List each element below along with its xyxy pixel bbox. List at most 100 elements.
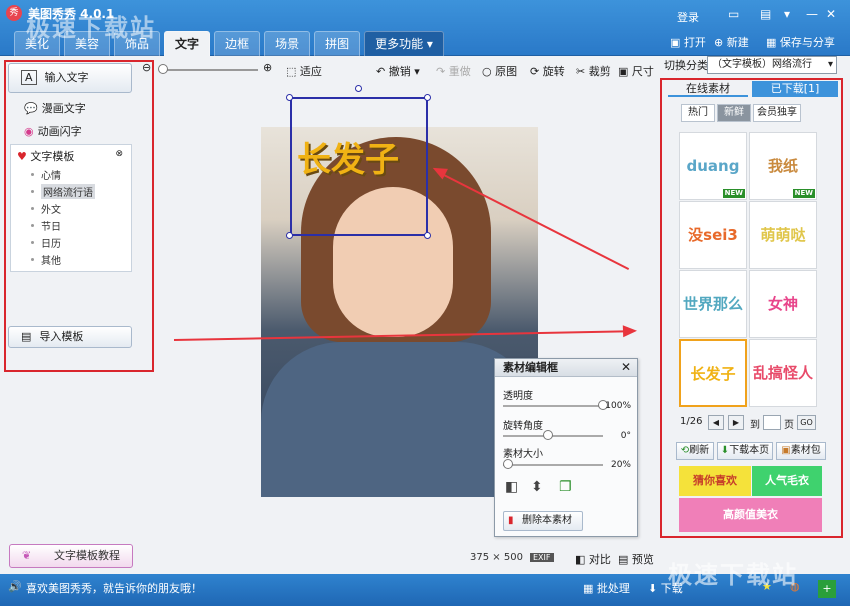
undo-button[interactable]: ↶ 撤销 ▾ bbox=[376, 63, 420, 79]
minimize-icon[interactable]: — bbox=[806, 7, 818, 21]
zoom-knob[interactable] bbox=[158, 64, 168, 74]
flip-horizontal-icon[interactable]: ◧ bbox=[505, 479, 518, 495]
banner-popular-sweater[interactable]: 人气毛衣 bbox=[752, 466, 822, 496]
exif-button[interactable]: EXIF bbox=[530, 553, 554, 562]
preview-button[interactable]: ▤ 预览 bbox=[618, 551, 654, 567]
fit-button[interactable]: ⬚ 适应 bbox=[286, 63, 322, 79]
subtab-vip[interactable]: 会员独享 bbox=[753, 104, 801, 122]
message-icon[interactable]: ▭ bbox=[728, 7, 739, 21]
refresh-label: 刷新 bbox=[689, 445, 710, 456]
opacity-label: 透明度 bbox=[503, 391, 533, 402]
package-button[interactable]: ▣素材包 bbox=[776, 442, 826, 460]
banner-fashion[interactable]: 高颜值美衣 bbox=[679, 498, 822, 532]
image-height: 500 bbox=[503, 552, 523, 563]
tab-more[interactable]: 更多功能 ▾ bbox=[364, 31, 444, 56]
status-message[interactable]: 喜欢美图秀秀，就告诉你的朋友哦！ bbox=[26, 580, 202, 596]
menu-icon[interactable]: ▾ bbox=[784, 7, 790, 21]
highlight-left-panel bbox=[4, 60, 154, 372]
rotation-knob[interactable] bbox=[543, 430, 553, 440]
size-slider[interactable] bbox=[503, 459, 603, 469]
close-icon[interactable]: ✕ bbox=[826, 7, 836, 21]
new-badge: NEW bbox=[792, 189, 815, 198]
resize-handle-tr[interactable] bbox=[424, 94, 431, 101]
material-cell[interactable]: 乱搞怪人 bbox=[749, 339, 817, 407]
prev-page-icon[interactable]: ◀ bbox=[708, 415, 724, 430]
original-label: 原图 bbox=[495, 65, 518, 78]
material-cell[interactable]: 萌萌哒 bbox=[749, 201, 817, 269]
tutorial-button[interactable]: ❦ 文字模板教程 bbox=[9, 544, 133, 568]
flip-vertical-icon[interactable]: ⬍ bbox=[531, 479, 543, 495]
subtab-fresh[interactable]: 新鲜 bbox=[717, 104, 751, 122]
tab-collage[interactable]: 拼图 bbox=[314, 31, 361, 56]
zoom-slider[interactable] bbox=[158, 64, 258, 74]
material-text: 长发子 bbox=[690, 365, 736, 383]
opacity-value: 100% bbox=[605, 401, 631, 411]
save-share-button[interactable]: ▦ 保存与分享 bbox=[766, 34, 835, 50]
watermark-top: 极速下载站 bbox=[26, 14, 156, 42]
banner-guess-you-like[interactable]: 猜你喜欢 bbox=[679, 466, 751, 496]
tab-text[interactable]: 文字 bbox=[164, 31, 211, 56]
image-width: 375 bbox=[470, 552, 490, 563]
copy-icon[interactable]: ❐ bbox=[559, 479, 572, 495]
original-button[interactable]: ○ 原图 bbox=[482, 63, 517, 79]
redo-button[interactable]: ↷ 重做 bbox=[436, 63, 471, 79]
material-cell[interactable]: duang NEW bbox=[679, 132, 747, 200]
tab-frame[interactable]: 边框 bbox=[214, 31, 261, 56]
material-text: 女神 bbox=[767, 295, 798, 313]
crop-button[interactable]: ✂ 裁剪 bbox=[576, 63, 611, 79]
redo-label: 重做 bbox=[448, 65, 471, 78]
page-input[interactable] bbox=[763, 415, 781, 430]
size-button[interactable]: ▣ 尺寸 bbox=[618, 63, 654, 79]
fit-label: 适应 bbox=[299, 65, 322, 78]
material-cell[interactable]: 女神 bbox=[749, 270, 817, 338]
size-knob[interactable] bbox=[503, 459, 513, 469]
add-icon[interactable]: + bbox=[818, 580, 836, 598]
material-tabs: 在线素材 已下载[1] bbox=[668, 81, 839, 97]
delete-label: 删除本素材 bbox=[522, 515, 572, 526]
material-cell[interactable]: 世界那么大 bbox=[679, 270, 747, 379]
category-select[interactable]: （文字模板）网络流行 ▾ bbox=[707, 56, 837, 74]
category-label: 切换分类 bbox=[664, 59, 708, 72]
tab-scene[interactable]: 场景 bbox=[264, 31, 311, 56]
delete-material-button[interactable]: ▮ 删除本素材 bbox=[503, 511, 583, 531]
zoom-in-icon[interactable]: ⊕ bbox=[263, 61, 272, 74]
subtab-hot[interactable]: 热门 bbox=[681, 104, 715, 122]
tab-downloaded[interactable]: 已下载[1] bbox=[752, 81, 838, 97]
sticker-selection-box[interactable] bbox=[290, 97, 428, 236]
size-value: 20% bbox=[610, 460, 631, 470]
resize-handle-bl[interactable] bbox=[286, 232, 293, 239]
material-grid: duang NEW 我纸 NEW 没sei3 萌萌哒 世界那么大 女神 长发子 乱搞… bbox=[679, 132, 817, 408]
login-link[interactable]: 登录 bbox=[677, 9, 699, 25]
rotate-handle[interactable] bbox=[355, 85, 362, 92]
resize-handle-tl[interactable] bbox=[286, 94, 293, 101]
go-button[interactable]: GO bbox=[797, 415, 816, 430]
chevron-down-icon: ▾ bbox=[827, 59, 833, 70]
new-button[interactable]: ⊕ 新建 bbox=[714, 34, 749, 50]
app-logo-icon: 秀 bbox=[6, 5, 22, 21]
material-cell-selected[interactable]: 长发子 bbox=[679, 339, 747, 407]
skin-icon[interactable]: ▤ bbox=[760, 7, 771, 21]
opacity-slider[interactable] bbox=[503, 400, 608, 410]
resize-handle-br[interactable] bbox=[424, 232, 431, 239]
rotate-button[interactable]: ⟳ 旋转 bbox=[530, 63, 565, 79]
open-button[interactable]: ▣ 打开 bbox=[670, 34, 706, 50]
size-label: 尺寸 bbox=[631, 65, 654, 78]
page-indicator: 1/26 bbox=[680, 416, 703, 427]
compare-button[interactable]: ◧ 对比 bbox=[575, 551, 611, 567]
goto-label: 到 bbox=[750, 420, 760, 431]
tab-online[interactable]: 在线素材 bbox=[668, 81, 748, 97]
download-page-button[interactable]: ⬇下载本页 bbox=[717, 442, 773, 460]
batch-label: 批处理 bbox=[596, 582, 630, 595]
material-text: duang bbox=[686, 157, 740, 175]
material-cell[interactable]: 我纸 NEW bbox=[749, 132, 817, 200]
download-icon: ⬇ bbox=[720, 445, 730, 456]
refresh-button[interactable]: ⟲刷新 bbox=[676, 442, 714, 460]
package-icon: ▣ bbox=[781, 445, 791, 456]
trash-icon: ▮ bbox=[508, 515, 514, 526]
editor-close-icon[interactable]: ✕ bbox=[621, 360, 631, 374]
batch-button[interactable]: ▦ 批处理 bbox=[583, 580, 630, 596]
material-cell[interactable]: 没sei3 bbox=[679, 201, 747, 269]
rotation-slider[interactable] bbox=[503, 430, 603, 440]
rotation-label: 旋转角度 bbox=[503, 421, 543, 432]
next-page-icon[interactable]: ▶ bbox=[728, 415, 744, 430]
